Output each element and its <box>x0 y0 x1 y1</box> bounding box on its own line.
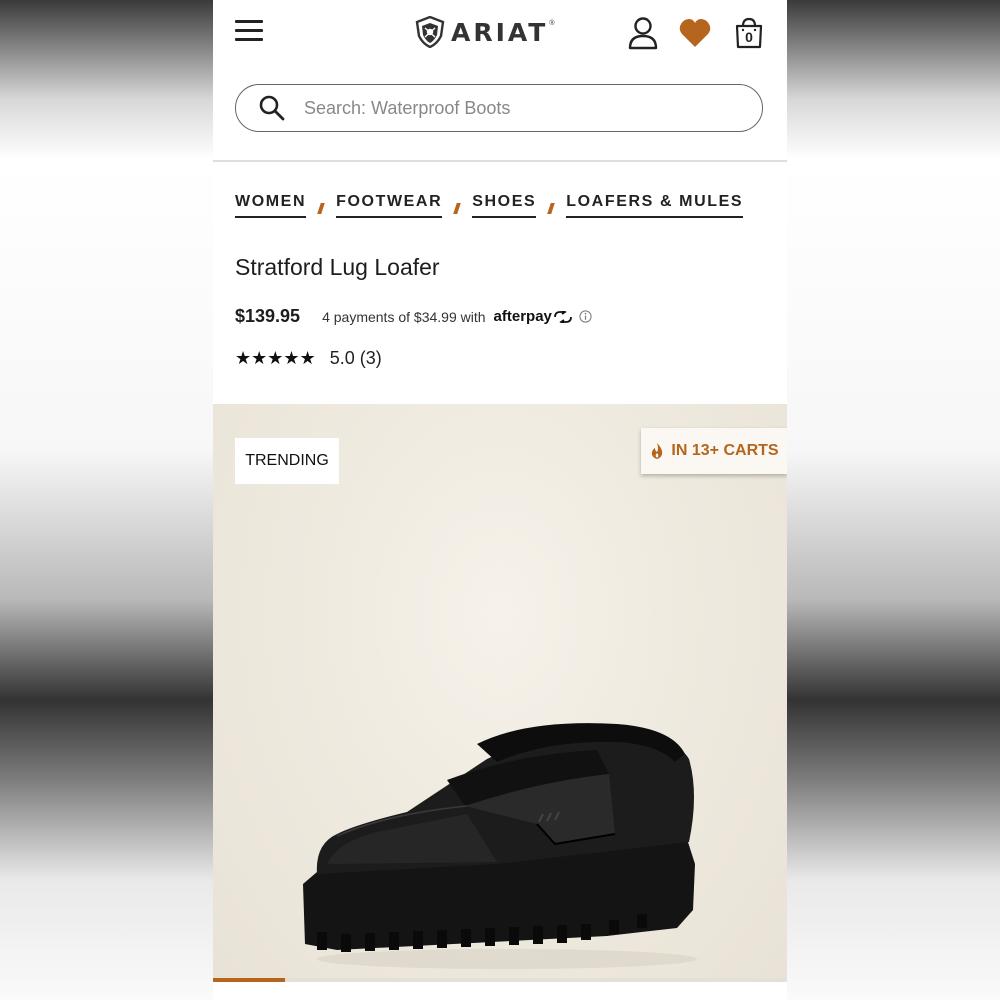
info-icon[interactable] <box>579 310 592 323</box>
search-input[interactable]: Search: Waterproof Boots <box>235 84 763 132</box>
heart-icon[interactable] <box>679 18 711 48</box>
product-title: Stratford Lug Loafer <box>235 254 440 280</box>
breadcrumb-women[interactable]: WOMEN <box>235 193 307 218</box>
search-icon <box>259 95 285 121</box>
shopping-bag-icon[interactable]: 0 <box>733 16 765 50</box>
afterpay-arrows-icon <box>553 310 572 323</box>
background-blur-right <box>786 0 1000 1000</box>
installments-text: 4 payments of $34.99 with <box>322 308 486 325</box>
breadcrumb-loafers-mules[interactable]: LOAFERS & MULES <box>566 193 744 218</box>
breadcrumb-separator <box>453 202 462 214</box>
in-carts-label: IN 13+ CARTS <box>671 442 779 459</box>
product-price: $139.95 <box>235 306 301 326</box>
search-placeholder: Search: Waterproof Boots <box>304 97 511 118</box>
rating-summary[interactable]: ★★★★★ 5.0 (3) <box>235 348 382 369</box>
price-row: $139.95 4 payments of $34.99 with afterp… <box>235 306 592 327</box>
flame-icon <box>652 443 663 459</box>
ariat-logo[interactable]: ARIAT ® <box>415 14 555 50</box>
in-carts-badge: IN 13+ CARTS <box>641 428 787 474</box>
breadcrumb-shoes[interactable]: SHOES <box>472 193 537 218</box>
loafer-shoe-image <box>303 723 697 969</box>
ariat-horse-logo-icon <box>415 16 445 48</box>
logo-registered-mark: ® <box>549 20 555 27</box>
bottom-strip <box>213 982 787 1000</box>
trending-badge: TRENDING <box>235 438 339 484</box>
product-gallery[interactable]: TRENDING IN 13+ CARTS <box>213 404 787 1000</box>
breadcrumb-separator <box>547 202 556 214</box>
breadcrumb-footwear[interactable]: FOOTWEAR <box>336 193 443 218</box>
background-blur-left <box>0 0 213 1000</box>
product-page: ARIAT ® 0 Search: Waterproof Boots WOMEN… <box>213 0 787 1000</box>
breadcrumb-separator <box>317 202 325 214</box>
user-icon[interactable] <box>627 16 659 50</box>
cart-count: 0 <box>745 29 753 45</box>
rating-text: 5.0 (3) <box>329 348 382 368</box>
afterpay-logo: afterpay <box>493 308 552 325</box>
site-header: ARIAT ® 0 <box>213 0 787 66</box>
header-divider <box>213 160 787 162</box>
hamburger-icon[interactable] <box>235 20 263 42</box>
star-rating-icon: ★★★★★ <box>235 348 316 369</box>
logo-wordmark: ARIAT <box>451 17 549 47</box>
breadcrumb: WOMEN FOOTWEAR SHOES LOAFERS & MULES <box>235 193 744 218</box>
